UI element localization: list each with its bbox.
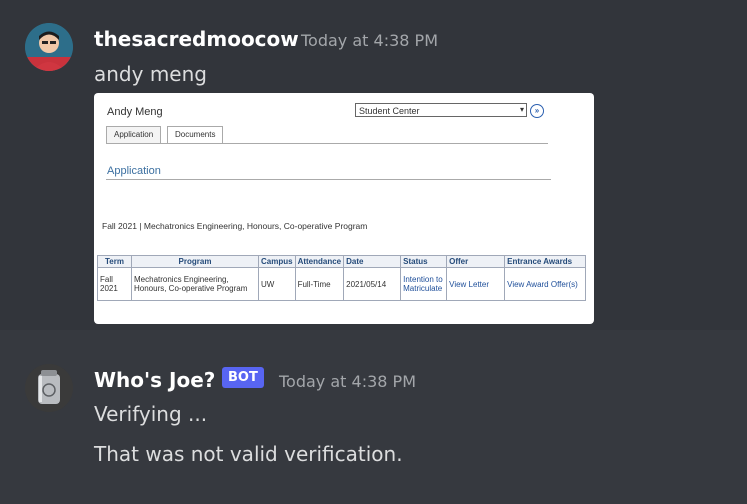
table-header-row: Term Program Campus Attendance Date Stat… [97, 255, 587, 268]
cell-date: 2021/05/14 [343, 267, 402, 301]
user-avatar[interactable] [25, 23, 73, 71]
bot-badge: BOT [222, 367, 264, 388]
username[interactable]: thesacredmoocow [94, 27, 299, 51]
tab-divider [106, 143, 548, 144]
application-table: Term Program Campus Attendance Date Stat… [97, 255, 587, 301]
header-attendance: Attendance [294, 255, 345, 268]
cell-attendance: Full-Time [294, 267, 345, 301]
timestamp: Today at 4:38 PM [279, 372, 416, 391]
cell-awards-link: View Award Offer(s) [504, 267, 587, 301]
section-title: Application [107, 165, 161, 177]
cell-offer-link: View Letter [446, 267, 506, 301]
program-line: Fall 2021 | Mechatronics Engineering, Ho… [102, 221, 368, 231]
section-divider [106, 179, 551, 180]
cell-campus: UW [258, 267, 296, 301]
cell-status-link: Intention to Matriculate [400, 267, 448, 301]
image-attachment[interactable]: Andy Meng Student Center ▾ » Application… [94, 93, 594, 324]
tab-application: Application [106, 126, 162, 143]
student-name: Andy Meng [107, 106, 163, 118]
user-avatar-icon [25, 23, 73, 71]
select-value: Student Center [359, 106, 420, 116]
header-campus: Campus [258, 255, 296, 268]
cell-program: Mechatronics Engineering, Honours, Co-op… [131, 267, 259, 301]
message-text: That was not valid verification. [94, 442, 403, 466]
bot-username[interactable]: Who's Joe? [94, 368, 215, 392]
timestamp: Today at 4:38 PM [301, 31, 438, 50]
go-arrow-icon: » [530, 104, 544, 118]
table-row: Fall 2021 Mechatronics Engineering, Hono… [97, 267, 587, 301]
header-entrance-awards: Entrance Awards [504, 255, 587, 268]
bot-avatar[interactable] [25, 364, 73, 412]
header-date: Date [343, 255, 402, 268]
flask-avatar-icon [25, 364, 73, 412]
header-term: Term [97, 255, 132, 268]
tab-documents: Documents [167, 126, 224, 143]
cell-term: Fall 2021 [97, 267, 132, 301]
header-program: Program [131, 255, 259, 268]
student-center-select: Student Center ▾ [355, 103, 527, 117]
message-text: andy meng [94, 62, 207, 86]
header-status: Status [400, 255, 448, 268]
chevron-down-icon: ▾ [519, 105, 524, 114]
message-text: Verifying ... [94, 402, 208, 426]
header-offer: Offer [446, 255, 506, 268]
